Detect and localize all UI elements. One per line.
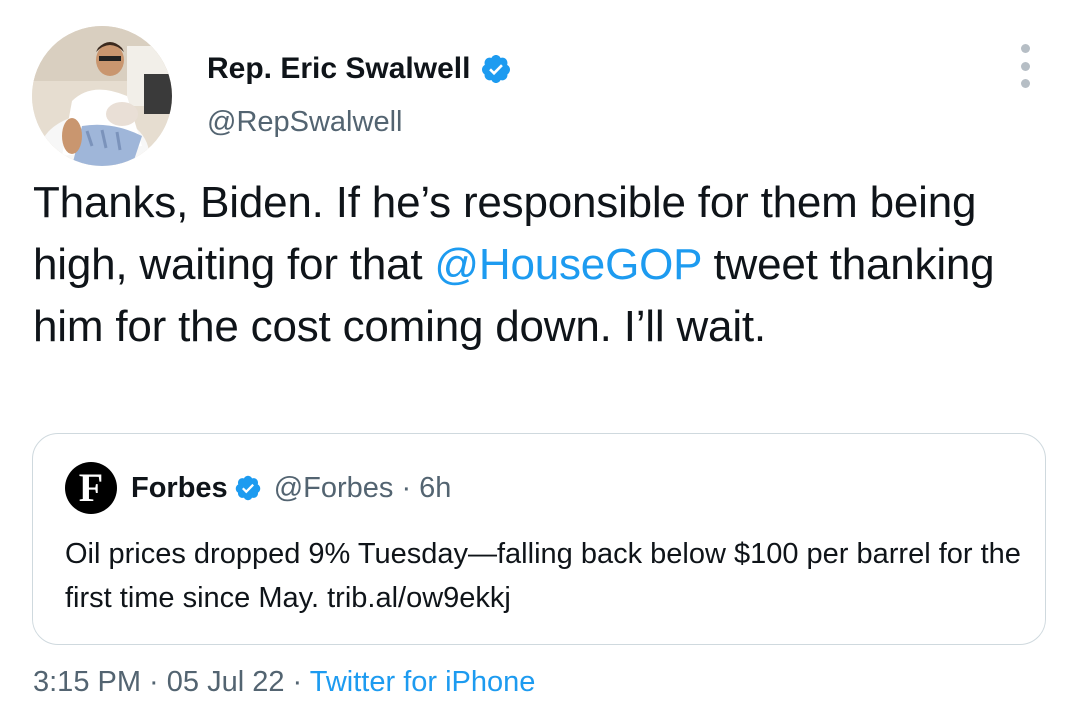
tweet-source-link[interactable]: Twitter for iPhone [310, 666, 536, 698]
more-options-button[interactable] [1010, 44, 1040, 88]
tweet-date[interactable]: 05 Jul 22 [167, 666, 285, 698]
tweet-metadata: 3:15 PM · 05 Jul 22 · Twitter for iPhone [33, 666, 535, 699]
quoted-handle-time: @Forbes · 6h [273, 471, 452, 504]
author-avatar[interactable] [32, 26, 172, 166]
tweet-text: Thanks, Biden. If he’s responsible for t… [33, 172, 1043, 358]
quoted-tweet-text: Oil prices dropped 9% Tuesday—falling ba… [65, 538, 1021, 614]
meta-separator: · [141, 666, 167, 698]
more-dot-icon [1020, 61, 1030, 71]
quoted-tweet-header: F Forbes @Forbes · 6h [65, 462, 451, 514]
author-handle[interactable]: @RepSwalwell [207, 106, 402, 139]
quoted-display-name[interactable]: Forbes [131, 472, 228, 505]
author-name-text: Rep. Eric Swalwell [207, 52, 471, 85]
forbes-logo-icon[interactable]: F [65, 462, 117, 514]
verified-badge-icon [235, 475, 260, 501]
mention-link[interactable]: @HouseGOP [434, 240, 701, 289]
meta-separator: · [284, 666, 310, 698]
tweet: Rep. Eric Swalwell @RepSwalwell Thanks, … [0, 0, 1080, 727]
more-dot-icon [1020, 79, 1030, 88]
more-dot-icon [1020, 44, 1030, 53]
quoted-tweet-card[interactable]: F Forbes @Forbes · 6h Oil prices dropped… [32, 433, 1046, 645]
forbes-logo-letter: F [78, 465, 104, 510]
avatar-photo-icon [32, 26, 172, 166]
tweet-time[interactable]: 3:15 PM [33, 666, 141, 698]
author-display-name[interactable]: Rep. Eric Swalwell [207, 52, 512, 86]
verified-badge-icon [482, 55, 511, 83]
